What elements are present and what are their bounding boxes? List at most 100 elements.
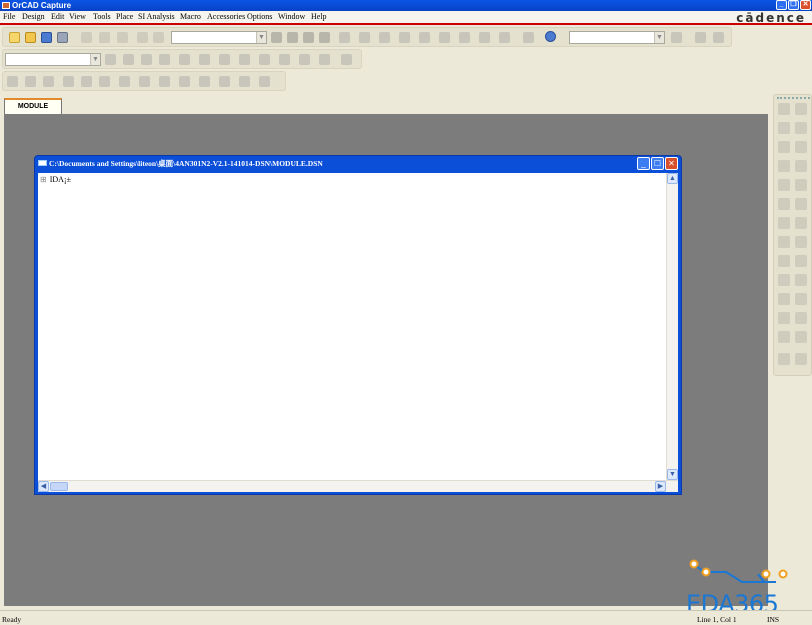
open-icon[interactable] <box>25 32 36 43</box>
place-bookmark-icon[interactable] <box>795 331 807 343</box>
search-icon[interactable] <box>671 32 682 43</box>
bias-current-icon[interactable] <box>279 54 290 65</box>
chevron-down-icon[interactable]: ▼ <box>90 54 100 65</box>
palette-grip[interactable] <box>777 97 810 100</box>
place-picture-icon[interactable] <box>795 293 807 305</box>
place-title-block-icon[interactable] <box>778 331 790 343</box>
run-icon[interactable] <box>141 54 152 65</box>
paste-icon[interactable] <box>117 32 128 43</box>
bias-voltage-icon[interactable] <box>259 54 270 65</box>
menu-file[interactable]: File <box>3 12 15 21</box>
power-marker-icon[interactable] <box>239 54 250 65</box>
netlist-icon[interactable] <box>379 32 390 43</box>
chevron-down-icon[interactable]: ▼ <box>256 32 266 43</box>
place-port-icon[interactable] <box>778 198 790 210</box>
view-results-icon[interactable] <box>159 54 170 65</box>
annotate-icon[interactable] <box>339 32 350 43</box>
place-junction-icon[interactable] <box>795 141 807 153</box>
place-power-icon[interactable] <box>795 160 807 172</box>
place-offpage-icon[interactable] <box>778 217 790 229</box>
restore-button[interactable]: ❐ <box>788 0 799 10</box>
menu-edit[interactable]: Edit <box>51 12 64 21</box>
zoom-in-icon[interactable] <box>271 32 282 43</box>
place-diamond-icon[interactable] <box>795 353 807 365</box>
bias-power-icon[interactable] <box>299 54 310 65</box>
properties-icon[interactable] <box>199 76 210 87</box>
current-marker-icon[interactable] <box>219 54 230 65</box>
place-net-group-icon[interactable] <box>795 312 807 324</box>
place-hier-block-icon[interactable] <box>795 179 807 191</box>
edit-profile-icon[interactable] <box>123 54 134 65</box>
wire-icon[interactable] <box>63 76 74 87</box>
print-icon[interactable] <box>57 32 68 43</box>
bias-point-icon[interactable] <box>341 54 352 65</box>
simulation-profile-combo[interactable]: ▼ <box>5 53 101 66</box>
menu-place[interactable]: Place <box>116 12 133 21</box>
arrow-right-icon[interactable] <box>713 32 724 43</box>
bus-icon[interactable] <box>99 76 110 87</box>
scroll-down-icon[interactable]: ▼ <box>667 469 678 480</box>
export-icon[interactable] <box>139 76 150 87</box>
place-arc-icon[interactable] <box>778 274 790 286</box>
doc-minimize-button[interactable]: _ <box>637 157 650 170</box>
place-no-connect-icon[interactable] <box>795 217 807 229</box>
search-combo[interactable]: ▼ <box>569 31 665 44</box>
place-text-icon[interactable] <box>778 293 790 305</box>
connect-icon[interactable] <box>81 76 92 87</box>
place-image-icon[interactable] <box>778 353 790 365</box>
cut-icon[interactable] <box>81 32 92 43</box>
menu-design[interactable]: Design <box>22 12 45 21</box>
voltage-marker-icon[interactable] <box>179 54 190 65</box>
part-combo[interactable]: ▼ <box>171 31 267 44</box>
copy-icon[interactable] <box>99 32 110 43</box>
menu-options[interactable]: Options <box>247 12 272 21</box>
library-icon[interactable] <box>7 76 18 87</box>
net-icon[interactable] <box>43 76 54 87</box>
menu-help[interactable]: Help <box>311 12 327 21</box>
place-pin-icon[interactable] <box>795 198 807 210</box>
snap-grid-icon[interactable] <box>439 32 450 43</box>
new-profile-icon[interactable] <box>105 54 116 65</box>
minimize-button[interactable]: _ <box>776 0 787 10</box>
menu-accessories[interactable]: Accessories <box>207 12 245 21</box>
select-icon[interactable] <box>778 103 790 115</box>
translate-icon[interactable] <box>179 76 190 87</box>
new-icon[interactable] <box>9 32 20 43</box>
place-bezier-icon[interactable] <box>795 274 807 286</box>
tree-item[interactable]: ⊞ IDA¡± <box>40 175 71 184</box>
scroll-right-icon[interactable]: ▶ <box>655 481 666 492</box>
tab-module[interactable]: MODULE <box>4 98 62 114</box>
horizontal-scrollbar[interactable]: ◀ ▶ <box>38 480 678 492</box>
tree-icon[interactable] <box>159 76 170 87</box>
place-ieee-icon[interactable] <box>778 312 790 324</box>
part-icon[interactable] <box>25 76 36 87</box>
zoom-all-icon[interactable] <box>319 32 330 43</box>
place-line-icon[interactable] <box>778 236 790 248</box>
menu-si-analysis[interactable]: SI Analysis <box>138 12 175 21</box>
place-bus-icon[interactable] <box>778 141 790 153</box>
menu-window[interactable]: Window <box>278 12 305 21</box>
cross-reference-icon[interactable] <box>399 32 410 43</box>
menu-macro[interactable]: Macro <box>180 12 201 21</box>
place-ellipse-icon[interactable] <box>795 255 807 267</box>
close-button[interactable]: ✕ <box>800 0 811 10</box>
page-icon[interactable] <box>239 76 250 87</box>
hierarchy-icon[interactable] <box>523 32 534 43</box>
redo-icon[interactable] <box>153 32 164 43</box>
undo-icon[interactable] <box>137 32 148 43</box>
place-bus-entry-icon[interactable] <box>778 160 790 172</box>
horizontal-scroll-thumb[interactable] <box>50 482 68 491</box>
project-manager-icon[interactable] <box>499 32 510 43</box>
grid-icon[interactable] <box>459 32 470 43</box>
bom-icon[interactable] <box>419 32 430 43</box>
place-rectangle-icon[interactable] <box>778 255 790 267</box>
scroll-left-icon[interactable]: ◀ <box>38 481 49 492</box>
arrow-left-icon[interactable] <box>695 32 706 43</box>
edit-icon[interactable] <box>219 76 230 87</box>
place-wire-icon[interactable] <box>778 122 790 134</box>
tree-item-label[interactable]: IDA¡± <box>50 175 71 184</box>
help-icon[interactable] <box>545 31 556 42</box>
zoom-area-icon[interactable] <box>303 32 314 43</box>
save-icon[interactable] <box>41 32 52 43</box>
table-icon[interactable] <box>259 76 270 87</box>
